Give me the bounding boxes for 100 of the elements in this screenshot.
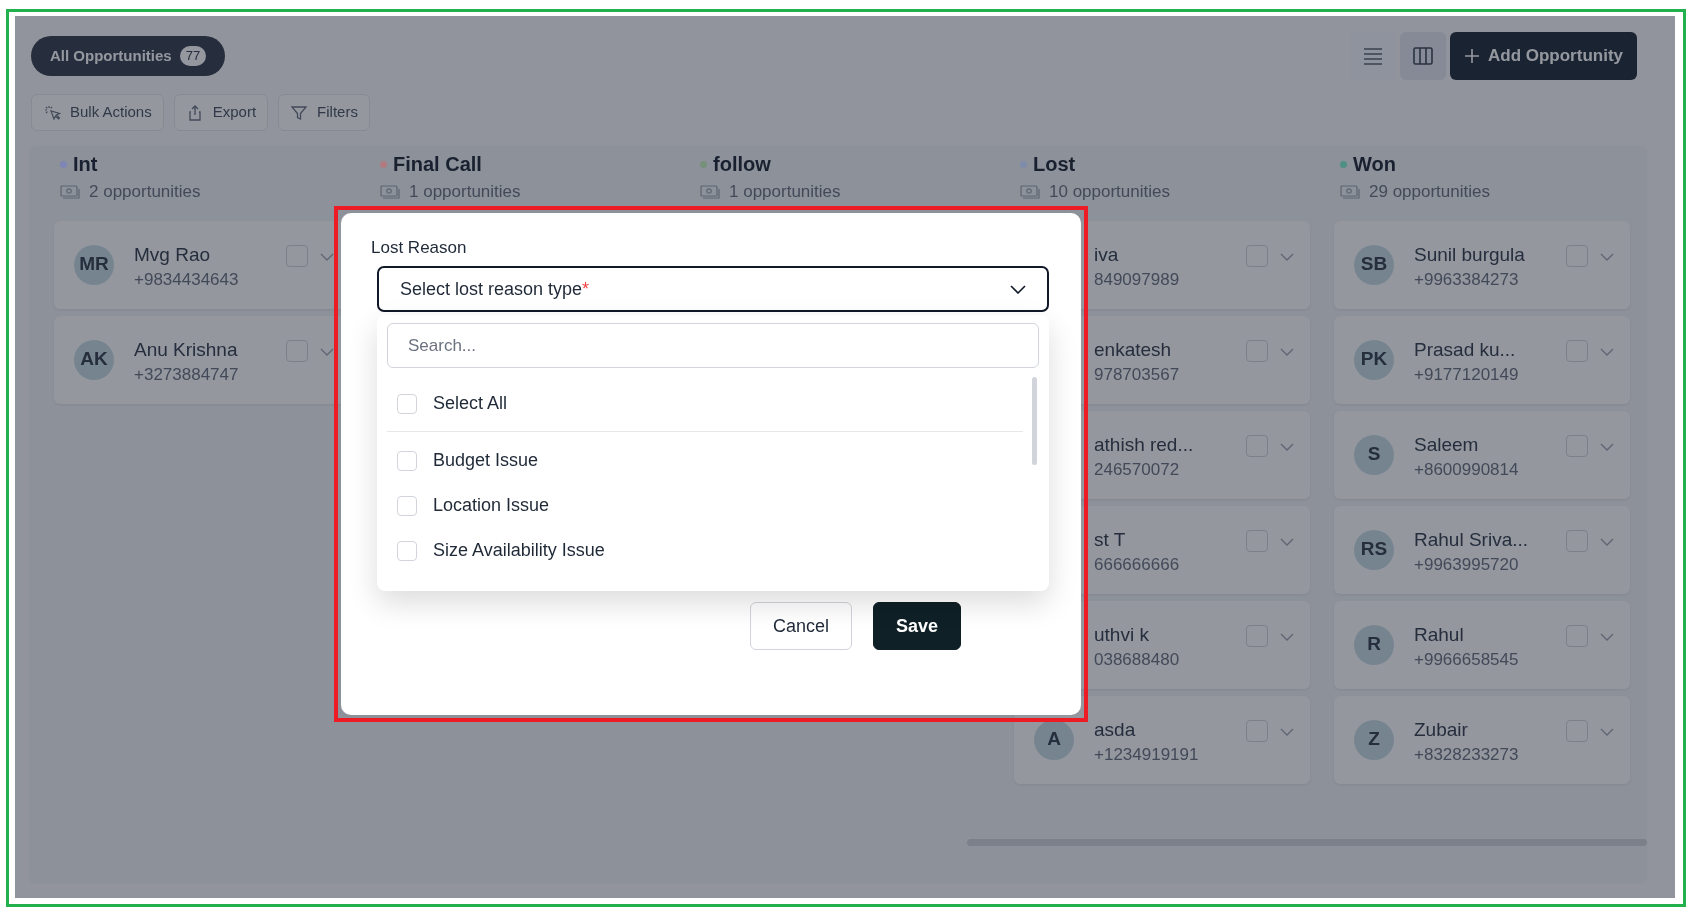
opportunity-card[interactable]: RS Rahul Sriva... +9963995720 bbox=[1334, 505, 1630, 594]
contact-name: athish red... bbox=[1094, 432, 1195, 457]
contact-name: asda bbox=[1094, 717, 1137, 742]
chevron-down-icon bbox=[1280, 252, 1294, 261]
option-label[interactable]: Location Issue bbox=[433, 492, 550, 519]
phone-number: +9963995720 bbox=[1414, 553, 1520, 576]
checkbox[interactable] bbox=[1246, 434, 1268, 457]
columns-icon bbox=[1411, 45, 1434, 67]
checkbox[interactable] bbox=[1566, 244, 1588, 267]
checkbox[interactable] bbox=[1246, 244, 1268, 267]
chevron-down-icon bbox=[1010, 284, 1026, 294]
checkbox[interactable] bbox=[397, 450, 417, 471]
contact-name: Saleem bbox=[1414, 432, 1480, 457]
phone-number: +1234919191 bbox=[1094, 743, 1200, 766]
phone-number: 978703567 bbox=[1094, 363, 1181, 386]
contact-name: Anu Krishna bbox=[134, 337, 239, 362]
column-title: Lost bbox=[1033, 152, 1076, 177]
opportunity-card[interactable]: A asda +1234919191 bbox=[1014, 695, 1310, 784]
checkbox[interactable] bbox=[1566, 434, 1588, 457]
chevron-down-icon bbox=[1600, 632, 1614, 641]
avatar: AK bbox=[74, 339, 114, 380]
export-button[interactable]: Export bbox=[173, 94, 269, 131]
contact-name: uthvi k bbox=[1094, 622, 1150, 647]
checkbox[interactable] bbox=[1246, 339, 1268, 362]
phone-number: +9963384273 bbox=[1414, 268, 1520, 291]
opportunity-card[interactable]: Z Zubair +8328233273 bbox=[1334, 695, 1630, 784]
scrollbar[interactable] bbox=[1032, 377, 1037, 465]
board-view-button[interactable] bbox=[1399, 32, 1446, 80]
chevron-down-icon bbox=[1600, 537, 1614, 546]
add-opportunity-button[interactable]: Add Opportunity bbox=[1449, 32, 1637, 80]
checkbox[interactable] bbox=[1566, 624, 1588, 647]
filter-button[interactable]: Filters bbox=[278, 94, 370, 131]
avatar: PK bbox=[1354, 339, 1394, 380]
checkbox[interactable] bbox=[286, 339, 308, 362]
contact-name: Prasad ku... bbox=[1414, 337, 1517, 362]
column-title: follow bbox=[713, 152, 771, 177]
opportunity-card[interactable]: PK Prasad ku... +9177120149 bbox=[1334, 315, 1630, 404]
phone-number: +9966658545 bbox=[1414, 648, 1520, 671]
chevron-down-icon bbox=[1600, 252, 1614, 261]
filter-icon bbox=[290, 103, 309, 122]
money-icon bbox=[1340, 183, 1360, 200]
column-title: Final Call bbox=[393, 152, 482, 177]
phone-number: 246570072 bbox=[1094, 458, 1181, 481]
contact-name: Rahul bbox=[1414, 622, 1465, 647]
option-label[interactable]: Size Availability Issue bbox=[433, 537, 605, 564]
chevron-down-icon bbox=[1280, 727, 1294, 736]
checkbox[interactable] bbox=[397, 495, 417, 516]
money-icon bbox=[700, 183, 720, 200]
save-button[interactable]: Save bbox=[872, 602, 961, 650]
phone-number: +3273884747 bbox=[134, 363, 240, 386]
checkbox[interactable] bbox=[397, 540, 417, 561]
phone-number: 849097989 bbox=[1094, 268, 1181, 291]
checkbox[interactable] bbox=[1566, 529, 1588, 552]
phone-number: 666666666 bbox=[1094, 553, 1181, 576]
money-icon bbox=[60, 183, 80, 200]
contact-name: enkatesh bbox=[1094, 337, 1173, 362]
checkbox[interactable] bbox=[286, 244, 308, 267]
chevron-down-icon bbox=[1280, 632, 1294, 641]
lost-reason-select[interactable]: Select lost reason type* bbox=[377, 266, 1049, 312]
phone-number: +9834434643 bbox=[134, 268, 240, 291]
option-label[interactable]: Budget Issue bbox=[433, 447, 539, 474]
filter-label: All Opportunities bbox=[50, 45, 172, 66]
checkbox[interactable] bbox=[1566, 719, 1588, 742]
opportunity-count: 2 opportunities bbox=[89, 181, 201, 203]
search-field[interactable]: Search... bbox=[387, 323, 1039, 368]
avatar: S bbox=[1354, 434, 1394, 475]
opportunity-count: 29 opportunities bbox=[1369, 181, 1490, 203]
contact-name: Sunil burgula bbox=[1414, 242, 1526, 267]
filter-pill[interactable]: All Opportunities 77 bbox=[31, 36, 226, 76]
phone-number: +8328233273 bbox=[1414, 743, 1520, 766]
chevron-down-icon bbox=[320, 347, 334, 356]
opportunity-count: 1 opportunities bbox=[409, 181, 521, 203]
opportunity-card[interactable]: S Saleem +8600990814 bbox=[1334, 410, 1630, 499]
money-icon bbox=[1020, 183, 1040, 200]
avatar: SB bbox=[1354, 244, 1394, 285]
checkbox[interactable] bbox=[1246, 624, 1268, 647]
avatar: Z bbox=[1354, 719, 1394, 760]
phone-number: +8600990814 bbox=[1414, 458, 1520, 481]
checkbox[interactable] bbox=[397, 393, 417, 414]
option-label[interactable]: Select All bbox=[433, 390, 508, 417]
opportunity-card[interactable]: R Rahul +9966658545 bbox=[1334, 600, 1630, 689]
phone-number: 038688480 bbox=[1094, 648, 1181, 671]
checkbox[interactable] bbox=[1566, 339, 1588, 362]
list-view-icon bbox=[1361, 45, 1384, 67]
plus-icon bbox=[1463, 48, 1480, 64]
chevron-down-icon bbox=[1280, 442, 1294, 451]
contact-name: Rahul Sriva... bbox=[1414, 527, 1530, 552]
chevron-down-icon bbox=[1600, 442, 1614, 451]
checkbox[interactable] bbox=[1246, 529, 1268, 552]
avatar: MR bbox=[74, 244, 114, 285]
phone-number: +9177120149 bbox=[1414, 363, 1520, 386]
column-title: Int bbox=[73, 152, 98, 177]
cancel-button[interactable]: Cancel bbox=[749, 602, 852, 650]
bulk-button[interactable]: Bulk Actions bbox=[31, 94, 164, 131]
count-badge: 77 bbox=[179, 46, 207, 66]
cursor-click-icon bbox=[43, 103, 61, 122]
checkbox[interactable] bbox=[1246, 719, 1268, 742]
contact-name: Mvg Rao bbox=[134, 242, 212, 267]
opportunity-card[interactable]: SB Sunil burgula +9963384273 bbox=[1334, 220, 1630, 309]
contact-name: st T bbox=[1094, 527, 1127, 552]
